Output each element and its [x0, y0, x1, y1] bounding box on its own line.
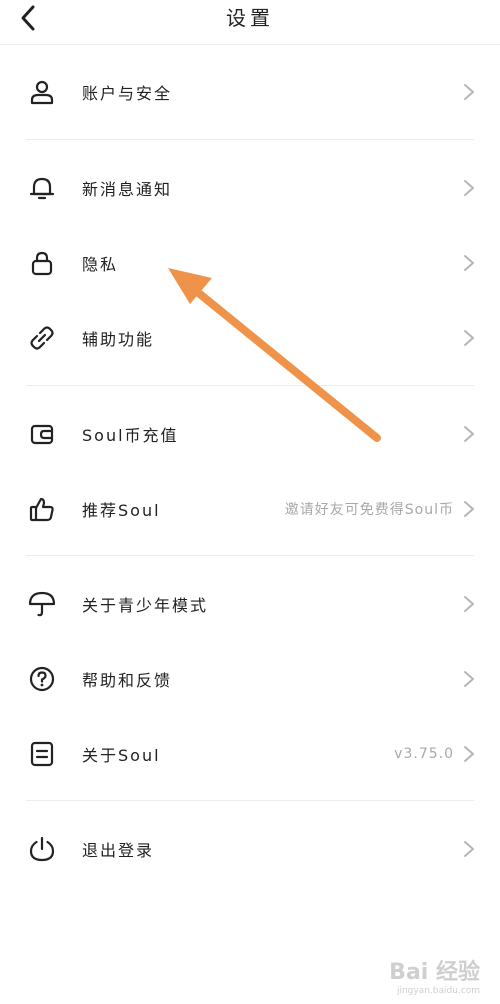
settings-item-accessibility[interactable]: 辅助功能 [0, 300, 500, 375]
settings-item-label: 辅助功能 [82, 329, 155, 349]
document-icon [30, 741, 54, 766]
settings-item-teen-mode[interactable]: 关于青少年模式 [0, 566, 500, 641]
invite-hint: 邀请好友可免费得Soul币 [284, 501, 454, 518]
divider [26, 800, 474, 801]
divider [26, 385, 474, 386]
chevron-right-icon [464, 329, 474, 346]
wallet-icon [30, 424, 54, 444]
settings-item-label: 隐私 [82, 254, 119, 274]
user-icon [30, 80, 54, 104]
watermark-logo: Bai 经验 jingyan.baidu.com [389, 954, 480, 996]
chevron-right-icon [464, 670, 474, 687]
settings-item-label: Soul币充值 [82, 425, 179, 445]
help-icon [29, 666, 55, 691]
settings-item-logout[interactable]: 退出登录 [0, 811, 500, 886]
lock-icon [31, 251, 53, 275]
watermark-url: jingyan.baidu.com [396, 986, 480, 996]
settings-item-label: 新消息通知 [82, 179, 173, 199]
chevron-right-icon [464, 425, 474, 442]
settings-item-label: 推荐Soul [82, 500, 161, 520]
settings-group-about: 关于青少年模式 帮助和反馈 关于Soul v3.75.0 [0, 566, 500, 791]
settings-item-privacy[interactable]: 隐私 [0, 225, 500, 300]
chevron-right-icon [464, 254, 474, 271]
divider [26, 555, 474, 556]
page-title: 设置 [226, 6, 274, 30]
chevron-right-icon [464, 500, 474, 517]
settings-item-recharge[interactable]: Soul币充值 [0, 396, 500, 471]
settings-item-about-soul[interactable]: 关于Soul v3.75.0 [0, 716, 500, 791]
link-icon [30, 325, 54, 350]
settings-item-label: 退出登录 [82, 840, 155, 860]
bell-icon [29, 177, 55, 199]
settings-group-account: 账户与安全 [0, 54, 500, 129]
settings-item-notifications[interactable]: 新消息通知 [0, 150, 500, 225]
chevron-right-icon [464, 745, 474, 762]
header: 设置 [0, 0, 500, 45]
settings-item-help-feedback[interactable]: 帮助和反馈 [0, 641, 500, 716]
settings-item-label: 账户与安全 [82, 83, 173, 103]
version-text: v3.75.0 [394, 745, 454, 762]
watermark-brand: Bai 经验 [389, 960, 480, 985]
thumbs-up-icon [29, 497, 54, 521]
settings-item-account-security[interactable]: 账户与安全 [0, 54, 500, 129]
divider [26, 139, 474, 140]
chevron-right-icon [464, 83, 474, 100]
settings-group-general: 新消息通知 隐私 辅助功能 [0, 150, 500, 375]
chevron-right-icon [464, 840, 474, 857]
power-icon [29, 836, 55, 861]
settings-item-label: 关于Soul [82, 745, 161, 765]
settings-item-recommend[interactable]: 推荐Soul 邀请好友可免费得Soul币 [0, 471, 500, 546]
settings-item-label: 关于青少年模式 [82, 595, 209, 615]
umbrella-icon [28, 591, 56, 616]
chevron-right-icon [464, 179, 474, 196]
settings-group-logout: 退出登录 [0, 811, 500, 886]
settings-item-label: 帮助和反馈 [82, 670, 173, 690]
settings-group-soul-coins: Soul币充值 推荐Soul 邀请好友可免费得Soul币 [0, 396, 500, 546]
chevron-right-icon [464, 595, 474, 612]
